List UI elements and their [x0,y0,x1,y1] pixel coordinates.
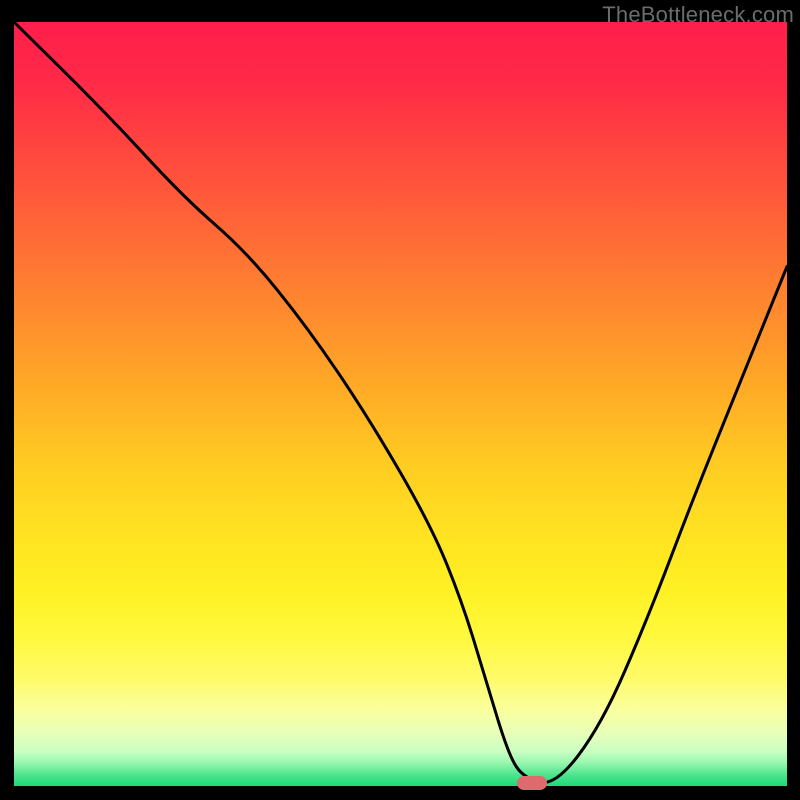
optimal-point-marker [517,776,547,790]
chart-frame: TheBottleneck.com [0,0,800,800]
watermark-text: TheBottleneck.com [602,2,794,28]
curve-path [14,22,787,783]
bottleneck-curve [14,22,787,786]
plot-area [14,22,787,786]
